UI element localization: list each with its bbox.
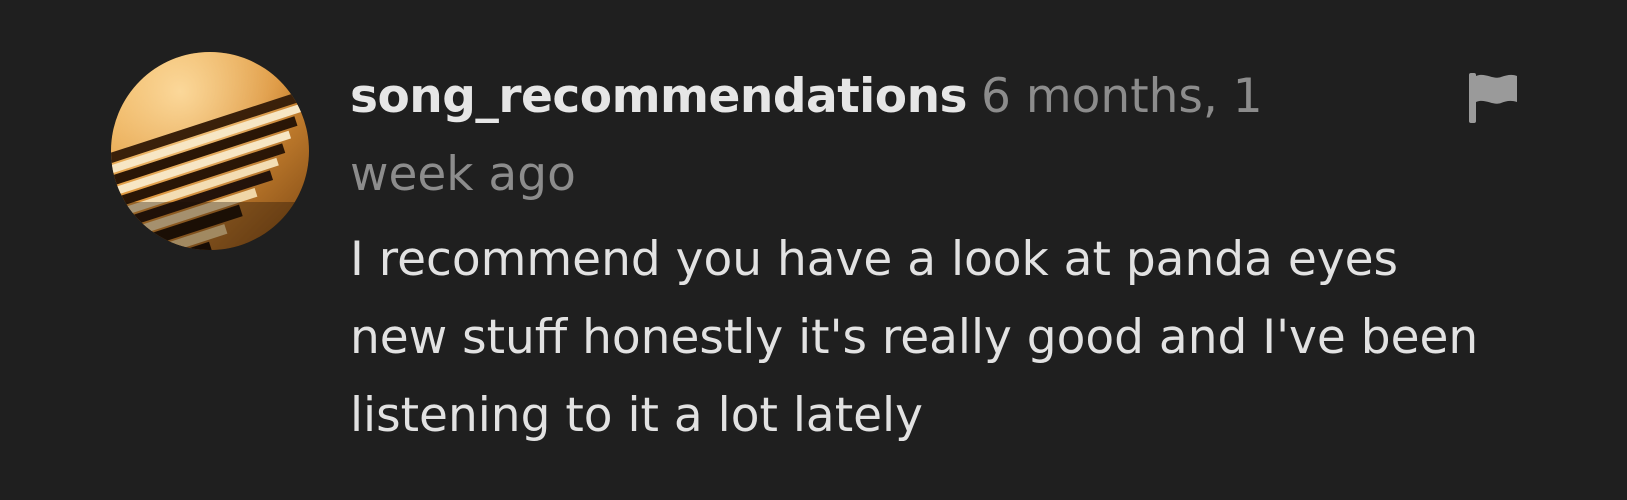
username-link[interactable]: song_recommendations [350, 69, 968, 124]
comment-body: song_recommendations 6 months, 1 week ago… [350, 58, 1500, 455]
piano-keys-icon [111, 52, 309, 250]
flag-icon [1469, 73, 1517, 123]
report-flag-button[interactable] [1465, 71, 1521, 127]
avatar[interactable] [111, 52, 309, 250]
comment-card: song_recommendations 6 months, 1 week ago… [0, 0, 1627, 500]
comment-text: I recommend you have a look at panda eye… [350, 232, 1479, 443]
comment-header: song_recommendations 6 months, 1 week ago [350, 58, 1360, 214]
